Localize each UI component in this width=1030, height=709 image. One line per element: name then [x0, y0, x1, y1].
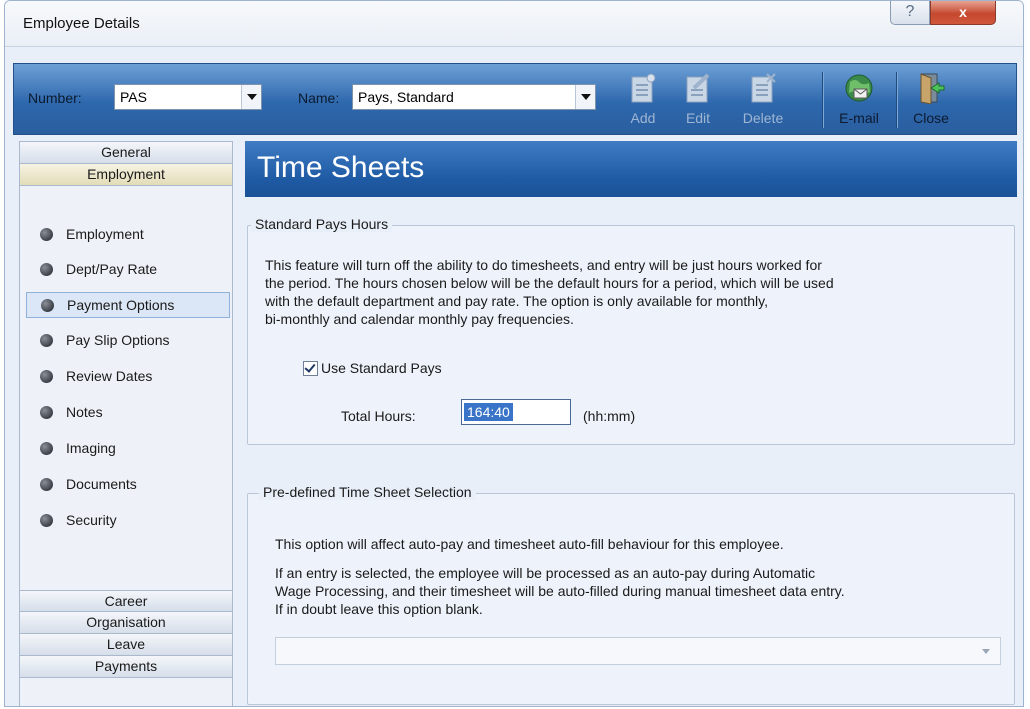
sidebar-item-notes[interactable]: Notes	[26, 400, 230, 426]
bullet-icon	[40, 370, 53, 383]
number-value: PAS	[120, 89, 147, 105]
delete-button[interactable]: Delete	[734, 68, 792, 132]
bullet-icon	[40, 406, 53, 419]
sidebar-header-employment[interactable]: Employment	[20, 164, 232, 186]
number-combo[interactable]: PAS	[114, 84, 262, 110]
close-button[interactable]: Close	[904, 68, 958, 132]
sidebar-item-imaging[interactable]: Imaging	[26, 436, 230, 462]
window-title: Employee Details	[23, 15, 140, 32]
close-label: Close	[913, 110, 949, 126]
total-hours-label: Total Hours:	[341, 408, 416, 424]
sidebar: General Employment Employment Dept/Pay R…	[19, 141, 233, 706]
name-combo[interactable]: Pays, Standard	[352, 84, 596, 110]
chevron-down-icon[interactable]	[241, 85, 261, 109]
sidebar-item-label: Pay Slip Options	[66, 332, 170, 348]
sidebar-item-payment-options[interactable]: Payment Options	[26, 292, 230, 318]
title-bar: Employee Details ? x	[5, 1, 1023, 47]
bullet-icon	[41, 299, 54, 312]
content-header: Time Sheets	[245, 141, 1017, 197]
checkmark-icon	[304, 361, 316, 373]
sidebar-header-leave[interactable]: Leave	[20, 634, 232, 656]
sidebar-item-security[interactable]: Security	[26, 508, 230, 534]
bullet-icon	[40, 442, 53, 455]
timesheet-select[interactable]	[275, 637, 1001, 665]
name-value: Pays, Standard	[358, 89, 454, 105]
help-button[interactable]: ?	[890, 1, 930, 25]
sidebar-item-documents[interactable]: Documents	[26, 472, 230, 498]
sidebar-item-label: Security	[66, 512, 117, 528]
sidebar-item-review-dates[interactable]: Review Dates	[26, 364, 230, 390]
email-label: E-mail	[839, 110, 879, 126]
description-line: If an entry is selected, the employee wi…	[275, 565, 816, 581]
standard-pays-description: This feature will turn off the ability t…	[265, 256, 1005, 328]
toolbar-separator	[896, 72, 897, 128]
chevron-down-icon[interactable]	[575, 85, 595, 109]
description-line: This feature will turn off the ability t…	[265, 257, 822, 273]
sidebar-item-label: Payment Options	[67, 297, 175, 313]
window-close-button[interactable]: x	[930, 1, 996, 25]
sidebar-item-pay-slip-options[interactable]: Pay Slip Options	[26, 328, 230, 354]
sidebar-header-organisation[interactable]: Organisation	[20, 612, 232, 634]
toolbar: Number: PAS Name: Pays, Standard Add Edi…	[13, 63, 1017, 135]
edit-label: Edit	[685, 110, 711, 126]
bullet-icon	[40, 228, 53, 241]
description-line: Wage Processing, and their timesheet wil…	[275, 583, 845, 599]
add-label: Add	[630, 110, 656, 126]
total-hours-input[interactable]: 164:40	[461, 399, 571, 425]
delete-label: Delete	[742, 110, 784, 126]
bullet-icon	[40, 263, 53, 276]
description-line: the period. The hours chosen below will …	[265, 275, 834, 291]
delete-document-icon	[751, 73, 776, 103]
predefined-description: If an entry is selected, the employee wi…	[275, 564, 1005, 618]
sidebar-item-label: Imaging	[66, 440, 116, 456]
sidebar-item-label: Notes	[66, 404, 103, 420]
edit-document-icon	[686, 73, 710, 103]
sidebar-item-employment[interactable]: Employment	[26, 222, 230, 248]
predefined-line1: This option will affect auto-pay and tim…	[275, 536, 784, 552]
bullet-icon	[40, 514, 53, 527]
hours-unit-label: (hh:mm)	[583, 408, 636, 424]
predefined-group-title: Pre-defined Time Sheet Selection	[259, 484, 476, 500]
edit-button[interactable]: Edit	[674, 68, 722, 132]
toolbar-separator	[822, 72, 823, 128]
sidebar-item-label: Dept/Pay Rate	[66, 261, 158, 277]
sidebar-item-label: Employment	[66, 226, 144, 242]
add-document-icon	[631, 73, 656, 103]
description-line: If in doubt leave this option blank.	[275, 601, 483, 617]
email-globe-icon	[845, 74, 873, 102]
bullet-icon	[40, 478, 53, 491]
description-line: with the default department and pay rate…	[265, 293, 769, 309]
description-line: bi-monthly and calendar monthly pay freq…	[265, 311, 574, 327]
sidebar-header-general[interactable]: General	[20, 142, 232, 164]
sidebar-header-career[interactable]: Career	[20, 590, 232, 612]
sidebar-header-payments[interactable]: Payments	[20, 656, 232, 678]
employee-details-window: Employee Details ? x Number: PAS Name: P…	[4, 0, 1024, 707]
bullet-icon	[40, 334, 53, 347]
use-standard-pays-label[interactable]: Use Standard Pays	[321, 359, 442, 377]
exit-door-icon	[920, 73, 945, 104]
standard-pays-group-title: Standard Pays Hours	[251, 216, 393, 232]
add-button[interactable]: Add	[619, 68, 667, 132]
number-label: Number:	[28, 90, 82, 106]
sidebar-item-label: Documents	[66, 476, 137, 492]
name-label: Name:	[298, 90, 340, 106]
sidebar-item-dept-pay-rate[interactable]: Dept/Pay Rate	[26, 257, 230, 283]
sidebar-item-label: Review Dates	[66, 368, 153, 384]
email-button[interactable]: E-mail	[832, 68, 886, 132]
use-standard-pays-checkbox[interactable]	[303, 361, 318, 376]
page-title: Time Sheets	[257, 151, 425, 184]
total-hours-value: 164:40	[464, 403, 513, 421]
